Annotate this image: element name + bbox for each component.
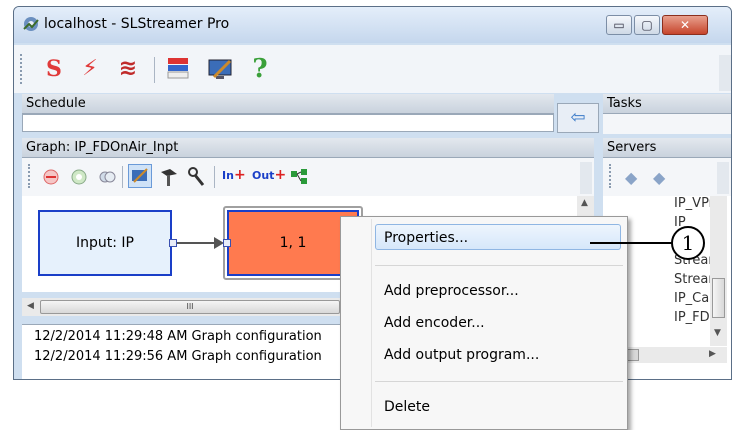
graph-panel-header: Graph: IP_FDOnAir_Inpt xyxy=(22,138,594,158)
servers-toolbar-grip[interactable] xyxy=(609,164,613,188)
menu-item-properties[interactable]: Properties... xyxy=(384,230,468,246)
callout-marker: 1 xyxy=(671,226,705,260)
graph-toolbar: In+ Out+ xyxy=(22,158,594,196)
tasks-panel[interactable] xyxy=(603,114,731,134)
scroll-down-icon[interactable]: ▼ xyxy=(714,328,721,338)
menu-item-add-preprocessor[interactable]: Add preprocessor... xyxy=(384,283,519,299)
menu-separator xyxy=(375,265,623,266)
hscroll-thumb[interactable]: III xyxy=(40,300,340,314)
input-node-out-port[interactable] xyxy=(169,239,177,247)
servers-scroll-thumb[interactable] xyxy=(712,278,725,318)
lightning-icon[interactable]: ⚡ xyxy=(76,55,104,83)
plus-icon: + xyxy=(233,167,246,183)
log-line: 12/2/2014 11:29:56 AM Graph configuratio… xyxy=(34,349,322,364)
input-node[interactable]: Input: IP xyxy=(38,210,172,276)
tool-wrench-icon[interactable] xyxy=(186,166,208,188)
toolbar-grip[interactable] xyxy=(20,54,24,84)
servers-hscroll-thumb[interactable] xyxy=(627,349,639,361)
context-menu: Properties... Add preprocessor... Add en… xyxy=(340,216,628,430)
minimize-button[interactable]: ▭ xyxy=(606,15,632,35)
title-bar[interactable]: localhost - SLStreamer Pro ▭ ▢ ✕ xyxy=(14,7,731,43)
scroll-up-icon[interactable]: ▲ xyxy=(581,198,588,208)
scroll-right-icon[interactable]: ▶ xyxy=(709,349,716,359)
add-output-label: Out xyxy=(252,169,275,182)
servers-vscroll[interactable]: ▼ xyxy=(710,196,727,346)
menu-separator xyxy=(375,381,623,382)
close-button[interactable]: ✕ xyxy=(662,15,708,35)
servers-toolbar-overflow[interactable] xyxy=(717,162,729,194)
monitor-edit-icon[interactable] xyxy=(206,55,234,83)
menu-gutter xyxy=(371,219,372,427)
separator xyxy=(154,57,155,83)
settings-node-icon[interactable] xyxy=(70,168,88,186)
plus-icon: + xyxy=(274,167,287,183)
maximize-button[interactable]: ▢ xyxy=(634,15,660,35)
layout-graph-icon[interactable] xyxy=(290,168,310,186)
window-title: localhost - SLStreamer Pro xyxy=(44,16,230,32)
server-add-icon[interactable]: ◆ xyxy=(625,168,637,187)
graph-toolbar-overflow[interactable] xyxy=(580,162,592,194)
menu-item-delete[interactable]: Delete xyxy=(384,399,430,415)
link-node-icon[interactable] xyxy=(98,168,116,186)
servers-panel-header: Servers xyxy=(603,138,731,158)
tool-hammer-icon[interactable] xyxy=(158,166,180,188)
servers-toolbar: ◆ ◆ xyxy=(603,158,731,196)
servers-hscroll[interactable]: ▶ xyxy=(623,347,727,363)
edit-graph-icon[interactable] xyxy=(128,164,152,188)
app-icon xyxy=(22,15,40,33)
remove-node-icon[interactable] xyxy=(42,168,60,186)
collapse-schedule-button[interactable]: ⇦ xyxy=(557,103,599,133)
main-toolbar: S ⚡ ≋ ? xyxy=(14,45,731,93)
add-output-button[interactable]: Out+ xyxy=(252,167,286,183)
tasks-panel-header: Tasks xyxy=(603,94,731,114)
toolbar-overflow[interactable] xyxy=(719,55,731,91)
separator xyxy=(214,166,215,188)
menu-item-add-encoder[interactable]: Add encoder... xyxy=(384,315,485,331)
process-node-in-port[interactable] xyxy=(223,239,231,247)
add-input-label: In xyxy=(222,169,234,182)
server-item[interactable]: IP_VPr xyxy=(674,196,714,211)
add-input-button[interactable]: In+ xyxy=(222,167,246,183)
waves-icon[interactable]: ≋ xyxy=(114,55,142,83)
log-line: 12/2/2014 11:29:48 AM Graph configuratio… xyxy=(34,329,322,344)
graph-hscroll[interactable]: ◀ III xyxy=(22,298,352,316)
separator xyxy=(122,166,123,188)
s-logo-icon[interactable]: S xyxy=(40,55,68,83)
graph-toolbar-grip[interactable] xyxy=(28,164,32,188)
flags-icon[interactable] xyxy=(164,55,192,83)
callout-line xyxy=(590,242,672,244)
schedule-panel[interactable] xyxy=(22,114,554,132)
scroll-left-icon[interactable]: ◀ xyxy=(27,301,34,311)
help-icon[interactable]: ? xyxy=(246,55,274,83)
menu-item-add-output-program[interactable]: Add output program... xyxy=(384,347,539,363)
schedule-panel-header: Schedule xyxy=(22,94,554,114)
server-remove-icon[interactable]: ◆ xyxy=(653,168,665,187)
